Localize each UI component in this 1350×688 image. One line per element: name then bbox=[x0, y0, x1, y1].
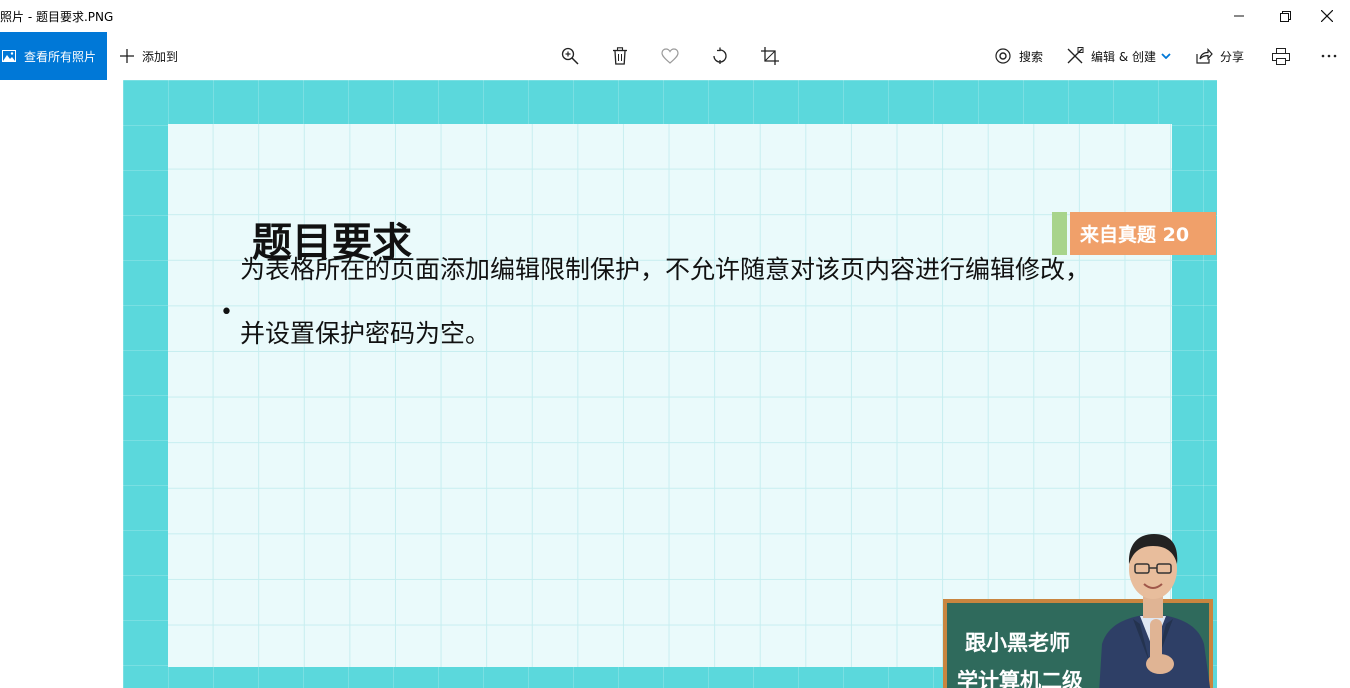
close-icon bbox=[1321, 10, 1333, 22]
bullet-dot: • bbox=[220, 300, 233, 325]
toolbar: 查看所有照片 添加到 搜索 编辑 & 创建 分享 bbox=[0, 32, 1350, 80]
zoom-in-icon bbox=[561, 47, 579, 65]
board-line-2: 学计算机二级 bbox=[957, 669, 1083, 688]
delete-icon bbox=[613, 47, 627, 65]
minimize-button[interactable] bbox=[1216, 0, 1262, 32]
edit-create-label: 编辑 & 创建 bbox=[1091, 49, 1156, 64]
more-icon bbox=[1321, 54, 1337, 58]
restore-icon bbox=[1279, 10, 1291, 22]
chevron-down-icon bbox=[1161, 53, 1171, 59]
add-to-label: 添加到 bbox=[142, 49, 179, 64]
edit-create-button[interactable]: 编辑 & 创建 bbox=[1066, 32, 1171, 80]
minimize-icon bbox=[1234, 15, 1244, 17]
search-label: 搜索 bbox=[1019, 49, 1044, 64]
body-line-2: 并设置保护密码为空。 bbox=[240, 319, 491, 348]
window-title: 照片 - 题目要求.PNG bbox=[0, 10, 114, 24]
crop-icon bbox=[761, 47, 779, 65]
photo-canvas[interactable]: 题目要求 来自真题 20 • 为表格所在的页面添加编辑限制保护，不允许随意对该页… bbox=[123, 80, 1217, 688]
share-icon bbox=[1196, 48, 1213, 64]
slide-paper: 题目要求 来自真题 20 • 为表格所在的页面添加编辑限制保护，不允许随意对该页… bbox=[168, 124, 1216, 688]
rotate-icon bbox=[713, 47, 727, 64]
search-button[interactable]: 搜索 bbox=[994, 32, 1043, 80]
search-icon bbox=[995, 48, 1011, 64]
print-button[interactable] bbox=[1271, 46, 1291, 66]
teacher-photo bbox=[1099, 534, 1211, 688]
zoom-button[interactable] bbox=[560, 46, 580, 66]
title-bar: 照片 - 题目要求.PNG bbox=[0, 0, 1350, 32]
restore-button[interactable] bbox=[1262, 0, 1308, 32]
photo-icon bbox=[2, 50, 16, 62]
board-line-1: 跟小黑老师 bbox=[965, 631, 1070, 655]
rotate-button[interactable] bbox=[710, 46, 730, 66]
add-to-button[interactable]: 添加到 bbox=[119, 32, 178, 80]
favorite-icon bbox=[661, 48, 679, 64]
tag-accent-bar bbox=[1052, 212, 1067, 255]
source-tag: 来自真题 20 bbox=[1070, 212, 1216, 255]
close-button[interactable] bbox=[1304, 0, 1350, 32]
delete-button[interactable] bbox=[610, 46, 630, 66]
crop-button[interactable] bbox=[760, 46, 780, 66]
body-line-1: 为表格所在的页面添加编辑限制保护，不允许随意对该页内容进行编辑修改， bbox=[240, 255, 1091, 284]
plus-icon bbox=[120, 49, 134, 63]
favorite-button[interactable] bbox=[660, 46, 680, 66]
view-all-photos-label: 查看所有照片 bbox=[24, 49, 97, 64]
share-label: 分享 bbox=[1220, 49, 1245, 64]
share-button[interactable]: 分享 bbox=[1196, 32, 1244, 80]
edit-create-icon bbox=[1067, 47, 1084, 64]
more-button[interactable] bbox=[1319, 46, 1339, 66]
print-icon bbox=[1272, 47, 1290, 65]
view-all-photos-button[interactable]: 查看所有照片 bbox=[0, 32, 107, 80]
